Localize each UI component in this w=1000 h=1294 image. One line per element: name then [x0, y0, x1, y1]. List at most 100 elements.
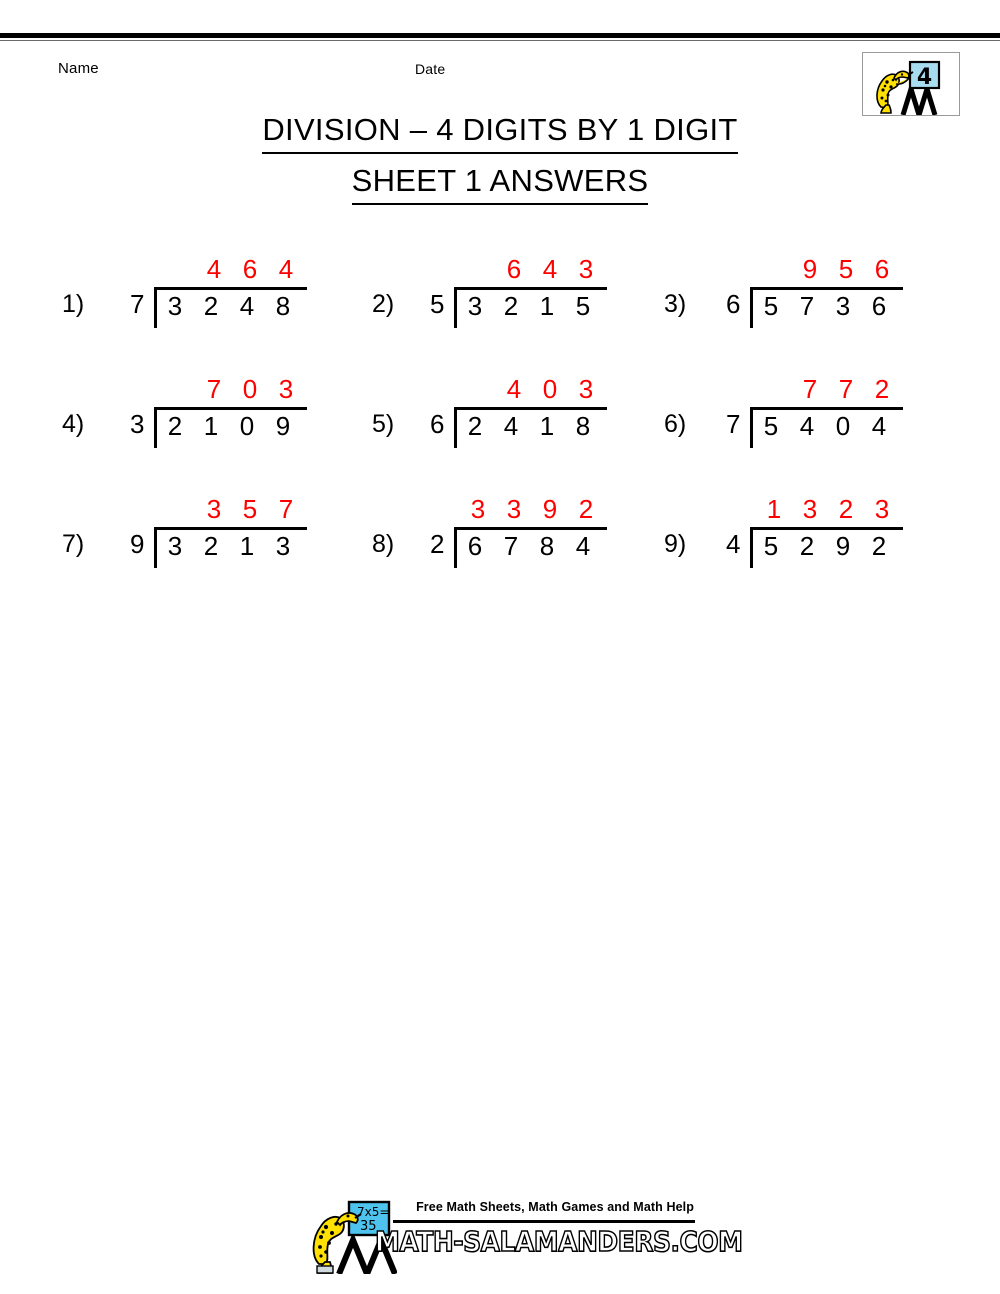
quotient-digit: 7 — [278, 494, 294, 524]
page-title-line-2: SHEET 1 ANSWERS — [351, 159, 649, 205]
problem-5-index: 5) — [372, 410, 395, 438]
dividend-digit: 1 — [539, 411, 555, 441]
problem-8-dividend: 6 7 8 4 — [457, 530, 601, 564]
problem-3-divisor: 6 — [726, 289, 741, 319]
dividend-digit: 8 — [539, 531, 555, 561]
problem-5-dividend: 2 4 1 8 — [457, 410, 601, 444]
footer-domain-wordmark: MATH-SALAMANDERS.COM — [374, 1224, 743, 1258]
quotient-digit: 5 — [838, 254, 854, 284]
date-field-label: Date — [415, 61, 446, 77]
quotient-digit: 4 — [506, 374, 522, 404]
problem-2-quotient: 6 4 3 — [454, 254, 604, 286]
name-field-label: Name — [58, 60, 99, 77]
problem-5-divisor: 6 — [430, 409, 445, 439]
dividend-digit: 1 — [239, 531, 255, 561]
quotient-digit: 7 — [802, 374, 818, 404]
worksheet-title: DIVISION – 4 DIGITS BY 1 DIGIT SHEET 1 A… — [0, 108, 1000, 205]
quotient-digit: 1 — [766, 494, 782, 524]
dividend-digit: 5 — [763, 531, 779, 561]
page-footer: 7x5= 35 Free Math Sheets, Math Games and… — [0, 1192, 1000, 1282]
quotient-digit: 3 — [874, 494, 890, 524]
dividend-digit: 5 — [575, 291, 591, 321]
problem-1-index: 1) — [62, 290, 85, 318]
dividend-digit: 4 — [575, 531, 591, 561]
dividend-digit: 2 — [799, 531, 815, 561]
dividend-digit: 3 — [275, 531, 291, 561]
footer-branding: 7x5= 35 Free Math Sheets, Math Games and… — [305, 1192, 744, 1276]
problem-1-dividend: 3 2 4 8 — [157, 290, 301, 324]
quotient-digit: 2 — [874, 374, 890, 404]
problem-4-divisor: 3 — [130, 409, 145, 439]
dividend-digit: 8 — [575, 411, 591, 441]
dividend-digit: 2 — [467, 411, 483, 441]
footer-divider — [393, 1220, 695, 1223]
quotient-digit: 6 — [506, 254, 522, 284]
dividend-digit: 2 — [503, 291, 519, 321]
quotient-digit: 2 — [578, 494, 594, 524]
footer-tagline: Free Math Sheets, Math Games and Math He… — [416, 1200, 694, 1214]
problem-6-dividend: 5 4 0 4 — [753, 410, 897, 444]
quotient-digit: 0 — [242, 374, 258, 404]
problem-9-quotient: 1 3 2 3 — [750, 494, 900, 526]
quotient-digit: 2 — [838, 494, 854, 524]
problem-7-index: 7) — [62, 530, 85, 558]
dividend-digit: 5 — [763, 291, 779, 321]
problem-1-quotient: 4 6 4 — [154, 254, 304, 286]
quotient-digit: 4 — [278, 254, 294, 284]
dividend-digit: 2 — [203, 291, 219, 321]
dividend-digit: 4 — [799, 411, 815, 441]
quotient-digit: 6 — [242, 254, 258, 284]
dividend-digit: 8 — [275, 291, 291, 321]
quotient-digit: 6 — [874, 254, 890, 284]
dividend-digit: 7 — [503, 531, 519, 561]
salamander-with-board-icon: 4 — [876, 60, 941, 115]
page-top-rule — [0, 33, 1000, 38]
quotient-digit: 4 — [542, 254, 558, 284]
problem-8-index: 8) — [372, 530, 395, 558]
problem-7-quotient: 3 5 7 — [154, 494, 304, 526]
grade-level-logo: 4 — [862, 52, 960, 116]
problem-4-dividend: 2 1 0 9 — [157, 410, 301, 444]
quotient-digit: 3 — [470, 494, 486, 524]
dividend-digit: 3 — [167, 291, 183, 321]
dividend-digit: 4 — [871, 411, 887, 441]
problem-3-dividend: 5 7 3 6 — [753, 290, 897, 324]
page-top-rule-hairline — [0, 40, 1000, 41]
quotient-digit: 4 — [206, 254, 222, 284]
dividend-digit: 3 — [835, 291, 851, 321]
problem-3-index: 3) — [664, 290, 687, 318]
problem-9-dividend: 5 2 9 2 — [753, 530, 897, 564]
problems-grid: 1) 7 4 6 4 3 2 4 8 2) 5 6 4 3 3 2 1 5 3)… — [0, 240, 1000, 600]
quotient-digit: 3 — [802, 494, 818, 524]
problem-8-divisor: 2 — [430, 529, 445, 559]
dividend-digit: 9 — [835, 531, 851, 561]
problem-7-divisor: 9 — [130, 529, 145, 559]
dividend-digit: 2 — [167, 411, 183, 441]
dividend-digit: 1 — [539, 291, 555, 321]
problem-9-divisor: 4 — [726, 529, 741, 559]
dividend-digit: 6 — [871, 291, 887, 321]
problem-row-3: 7) 9 3 5 7 3 2 1 3 8) 2 3 3 9 2 6 7 8 4 … — [0, 480, 1000, 600]
problem-2-dividend: 3 2 1 5 — [457, 290, 601, 324]
problem-2-divisor: 5 — [430, 289, 445, 319]
problem-2-index: 2) — [372, 290, 395, 318]
dividend-digit: 0 — [239, 411, 255, 441]
problem-5-quotient: 4 0 3 — [454, 374, 604, 406]
dividend-digit: 4 — [503, 411, 519, 441]
quotient-digit: 9 — [802, 254, 818, 284]
dividend-digit: 2 — [871, 531, 887, 561]
problem-6-divisor: 7 — [726, 409, 741, 439]
quotient-digit: 3 — [578, 254, 594, 284]
problem-6-index: 6) — [664, 410, 687, 438]
board-equation-top: 7x5= — [357, 1205, 389, 1219]
problem-row-2: 4) 3 7 0 3 2 1 0 9 5) 6 4 0 3 2 4 1 8 6)… — [0, 360, 1000, 480]
quotient-digit: 3 — [206, 494, 222, 524]
problem-1-divisor: 7 — [130, 289, 145, 319]
problem-row-1: 1) 7 4 6 4 3 2 4 8 2) 5 6 4 3 3 2 1 5 3)… — [0, 240, 1000, 360]
dividend-digit: 6 — [467, 531, 483, 561]
page-title-line-1: DIVISION – 4 DIGITS BY 1 DIGIT — [262, 108, 738, 154]
dividend-digit: 0 — [835, 411, 851, 441]
quotient-digit: 3 — [506, 494, 522, 524]
dividend-digit: 9 — [275, 411, 291, 441]
dividend-digit: 1 — [203, 411, 219, 441]
